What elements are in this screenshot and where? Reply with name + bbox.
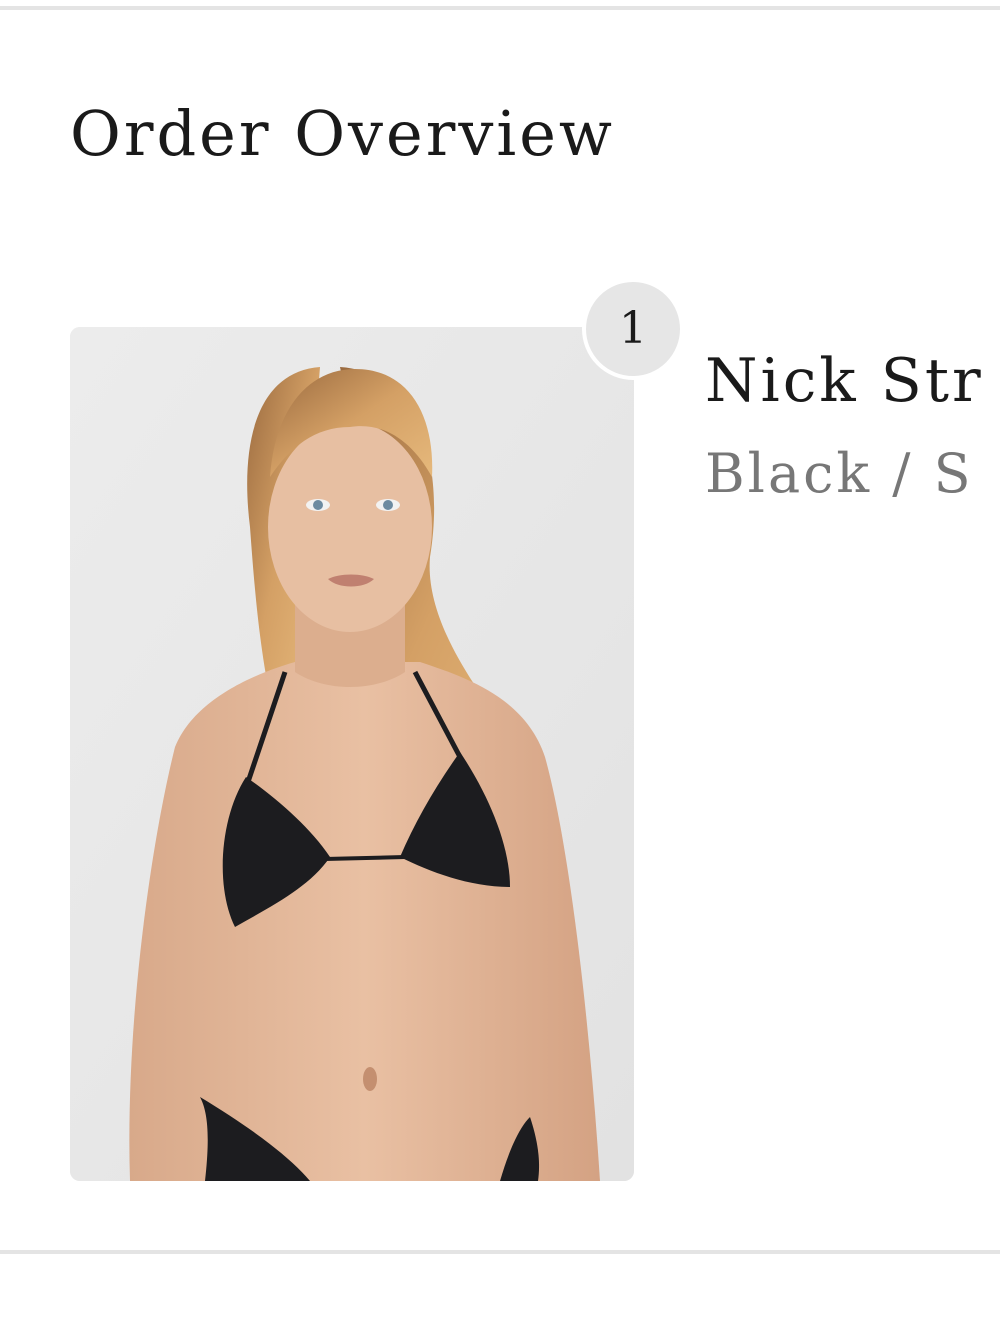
quantity-badge: 1	[582, 278, 684, 380]
product-variant: Black / S	[705, 442, 974, 505]
bottom-divider	[0, 1250, 1000, 1254]
product-image	[70, 327, 634, 1181]
product-name[interactable]: Nick Str	[705, 344, 984, 418]
order-line-item: 1 Nick Str Black / S	[0, 0, 1000, 1333]
